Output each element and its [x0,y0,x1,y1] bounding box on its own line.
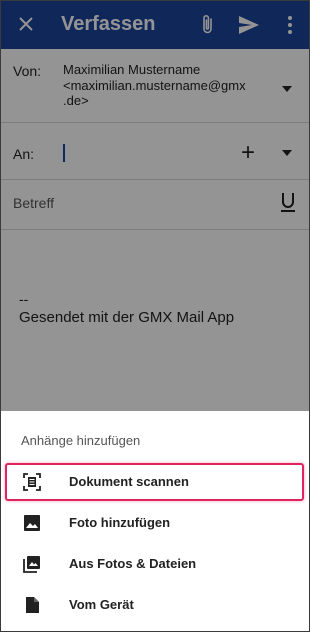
photo-library-icon [23,556,40,573]
sheet-item-vom-geraet[interactable]: Vom Gerät [1,586,309,624]
attachment-sheet: Anhänge hinzufügen Dokument scannen Foto… [1,411,309,631]
sheet-item-label: Dokument scannen [69,474,189,489]
image-icon [24,515,40,531]
document-scan-icon [23,473,41,491]
screen: Von: Maximilian Mustername <maximilian.m… [0,0,310,632]
file-icon [26,597,39,613]
sheet-item-dokument-scannen[interactable]: Dokument scannen [1,463,309,501]
sheet-item-label: Vom Gerät [69,597,134,612]
sheet-item-foto-hinzufuegen[interactable]: Foto hinzufügen [1,504,309,542]
modal-scrim[interactable] [1,1,309,411]
sheet-item-label: Aus Fotos & Dateien [69,556,197,571]
sheet-item-aus-fotos-dateien[interactable]: Aus Fotos & Dateien [1,545,309,583]
sheet-title: Anhänge hinzufügen [21,433,141,448]
sheet-item-label: Foto hinzufügen [69,515,171,530]
